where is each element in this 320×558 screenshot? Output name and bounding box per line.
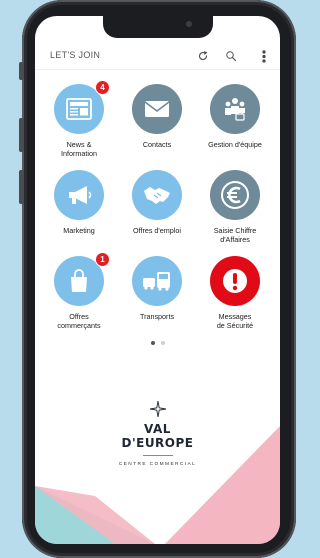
tile-contacts[interactable]: Contacts bbox=[121, 84, 193, 150]
page-dot[interactable] bbox=[160, 341, 165, 345]
more-vertical-icon[interactable] bbox=[254, 46, 274, 66]
team-lock-icon bbox=[225, 98, 245, 121]
tile-icon-circle bbox=[210, 170, 260, 220]
envelope-icon bbox=[144, 101, 170, 117]
notification-badge: 4 bbox=[95, 80, 110, 95]
megaphone-icon bbox=[69, 186, 92, 204]
tile-label: Contacts bbox=[142, 140, 172, 149]
tile-label: Gestion d'équipe bbox=[208, 140, 262, 149]
footer: VAL D'EUROPE CENTRE COMMERCIAL bbox=[35, 401, 280, 544]
tile-icon-circle: 4 bbox=[54, 80, 110, 134]
notification-badge: 1 bbox=[95, 252, 110, 267]
phone-volume-down-button bbox=[19, 170, 24, 204]
val-deurope-logo: VAL D'EUROPE CENTRE COMMERCIAL bbox=[35, 401, 280, 467]
tile-label: Transports bbox=[139, 312, 175, 321]
tile-marketing[interactable]: Marketing bbox=[43, 170, 115, 236]
tile-saisie-chiffre-affaires[interactable]: Saisie Chiffre d'Affaires bbox=[199, 170, 271, 244]
transport-icon bbox=[143, 272, 170, 291]
phone-volume-up-button bbox=[19, 118, 24, 152]
page-dot-active[interactable] bbox=[150, 341, 155, 345]
phone-side-button bbox=[19, 62, 24, 80]
app-title: LET'S JOIN bbox=[50, 50, 101, 60]
tile-icon-circle: 1 bbox=[54, 252, 110, 306]
tile-icon-circle bbox=[210, 256, 260, 306]
tile-label: Messages de Sécurité bbox=[216, 312, 254, 330]
refresh-icon[interactable] bbox=[193, 46, 213, 66]
tile-offres-commercants[interactable]: 1 Offres commerçants bbox=[43, 252, 115, 330]
tile-label: Offres commerçants bbox=[57, 312, 101, 330]
tile-icon-circle bbox=[210, 84, 260, 134]
alert-icon bbox=[223, 269, 247, 293]
tile-offres-emploi[interactable]: Offres d'emploi bbox=[121, 170, 193, 236]
newspaper-icon bbox=[66, 98, 92, 120]
tile-messages-securite[interactable]: Messages de Sécurité bbox=[199, 256, 271, 330]
tile-label: Saisie Chiffre d'Affaires bbox=[213, 226, 257, 244]
logo-tagline: CENTRE COMMERCIAL bbox=[118, 462, 197, 467]
tile-label: Offres d'emploi bbox=[133, 226, 181, 235]
euro-icon bbox=[221, 181, 249, 209]
front-camera bbox=[186, 21, 192, 27]
logo-line2: D'EUROPE bbox=[121, 436, 194, 450]
pagination-dots bbox=[35, 341, 280, 345]
search-icon[interactable] bbox=[221, 46, 241, 66]
tile-icon-circle bbox=[132, 170, 182, 220]
app-screen: LET'S JOIN 4 News & Information Contacts… bbox=[35, 16, 280, 544]
tile-news-information[interactable]: 4 News & Information bbox=[43, 80, 115, 158]
star-sparkle-icon bbox=[149, 401, 166, 417]
phone-notch bbox=[103, 16, 213, 38]
tile-icon-circle bbox=[132, 84, 182, 134]
handshake-icon bbox=[144, 187, 170, 204]
logo-line1: VAL bbox=[144, 422, 171, 436]
tile-transports[interactable]: Transports bbox=[121, 256, 193, 322]
shopping-bag-icon bbox=[71, 269, 87, 292]
logo-divider bbox=[142, 455, 173, 456]
tile-label: Marketing bbox=[63, 226, 95, 235]
app-header: LET'S JOIN bbox=[35, 44, 280, 70]
tile-icon-circle bbox=[54, 170, 104, 220]
tile-label: News & Information bbox=[61, 140, 97, 158]
tile-gestion-equipe[interactable]: Gestion d'équipe bbox=[199, 84, 271, 150]
tile-icon-circle bbox=[132, 256, 182, 306]
